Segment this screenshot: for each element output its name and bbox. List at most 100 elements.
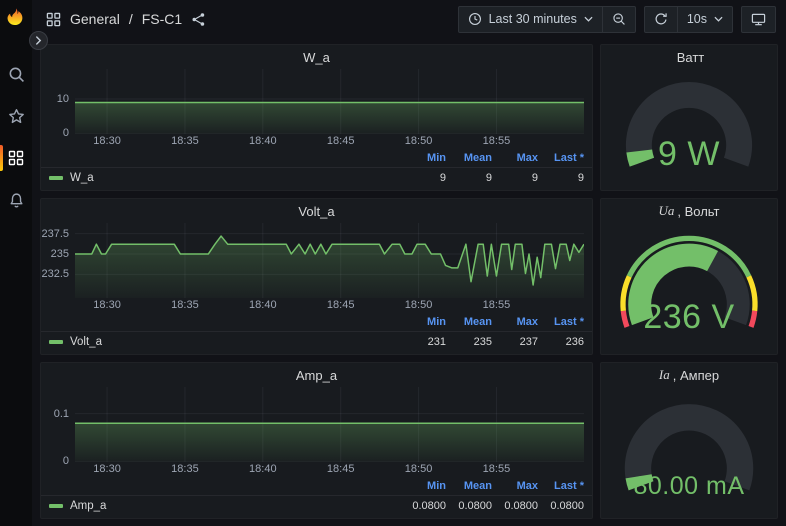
legend-header-min[interactable]: Min <box>400 152 446 164</box>
refresh-button[interactable] <box>643 5 678 33</box>
cycle-view-mode-button[interactable] <box>741 5 776 33</box>
x-tick-label: 18:45 <box>326 299 355 311</box>
gauge-value: 236 V <box>643 297 735 336</box>
apps-grid-icon[interactable] <box>46 12 61 27</box>
legend-max-value: 237 <box>519 335 538 348</box>
legend: Min Mean Max Last * Amp_a 0.0800 0.0800 … <box>41 478 592 518</box>
refresh-interval-dropdown[interactable]: 10s <box>677 5 733 33</box>
gauge: 80.00 mA <box>601 387 777 518</box>
x-tick-label: 18:30 <box>93 463 121 475</box>
legend-min-value: 0.0800 <box>412 499 446 512</box>
legend-header-mean[interactable]: Mean <box>446 316 492 328</box>
legend-series-toggle[interactable]: Amp_a <box>49 500 400 512</box>
panel-w-a: W_a 0 10 18:30 18:35 18:40 18:45 18:50 18:55 M… <box>40 44 593 191</box>
x-tick-label: 18:50 <box>404 135 433 147</box>
legend-last-value: 9 <box>577 171 584 184</box>
sidebar-item-alerting[interactable] <box>0 179 32 221</box>
sidebar-item-search[interactable] <box>0 53 32 95</box>
legend-header-max[interactable]: Max <box>492 480 538 492</box>
time-series-plot[interactable] <box>75 223 584 298</box>
legend-header-min[interactable]: Min <box>400 316 446 328</box>
sidebar-item-starred[interactable] <box>0 95 32 137</box>
panel-gauge-volt: Ua , Вольт 236 V <box>600 198 778 355</box>
legend-row: Amp_a 0.0800 0.0800 0.0800 0.0800 <box>49 496 584 515</box>
dashboard-controls: Last 30 minutes 10s <box>457 5 776 33</box>
gauge-value: 9 W <box>658 135 720 174</box>
legend-header-max[interactable]: Max <box>492 152 538 164</box>
panel-title[interactable]: Ia , Ампер <box>601 363 777 387</box>
legend: Min Mean Max Last * W_a 9 9 9 9 <box>41 150 592 190</box>
x-tick-label: 18:35 <box>171 463 199 475</box>
monitor-icon <box>751 12 766 27</box>
legend-mean-value: 0.0800 <box>458 499 492 512</box>
dashboards-grid-icon <box>8 150 24 166</box>
panel-title[interactable]: Volt_a <box>41 199 592 223</box>
y-tick-label: 0 <box>62 454 69 467</box>
legend-mean-value: 235 <box>473 335 492 348</box>
sidebar-item-dashboards[interactable] <box>0 137 32 179</box>
legend: Min Mean Max Last * Volt_a 231 235 237 2… <box>41 314 592 354</box>
y-tick-label: 235 <box>50 247 69 260</box>
x-tick-label: 18:55 <box>482 299 511 311</box>
gauge: 236 V <box>601 223 777 354</box>
x-tick-label: 18:55 <box>482 463 511 475</box>
sidebar-expand-button[interactable] <box>29 31 48 50</box>
breadcrumb-folder[interactable]: General <box>70 11 120 27</box>
x-tick-label: 18:55 <box>482 135 511 147</box>
legend-last-value: 0.0800 <box>550 499 584 512</box>
x-tick-label: 18:30 <box>93 299 121 311</box>
legend-mean-value: 9 <box>485 171 492 184</box>
legend-min-value: 231 <box>427 335 446 348</box>
x-tick-label: 18:35 <box>171 135 199 147</box>
clock-icon <box>468 12 482 26</box>
refresh-interval-label: 10s <box>686 12 707 26</box>
y-axis: 232.5 235 237.5 <box>41 223 75 298</box>
x-tick-label: 18:40 <box>249 135 277 147</box>
x-tick-label: 18:30 <box>93 135 121 147</box>
legend-header-last[interactable]: Last * <box>538 152 584 164</box>
x-axis: 18:30 18:35 18:40 18:45 18:50 18:55 <box>75 462 584 478</box>
bell-icon <box>8 192 25 209</box>
time-range-picker[interactable]: Last 30 minutes <box>457 5 603 33</box>
x-tick-label: 18:40 <box>249 463 277 475</box>
gauge: 9 W <box>601 69 777 190</box>
legend-header-mean[interactable]: Mean <box>446 152 492 164</box>
panel-title[interactable]: Amp_a <box>41 363 592 387</box>
panel-title[interactable]: W_a <box>41 45 592 69</box>
legend-min-value: 9 <box>439 171 446 184</box>
legend-max-value: 0.0800 <box>504 499 538 512</box>
panel-title[interactable]: Ua , Вольт <box>601 199 777 223</box>
breadcrumb-separator: / <box>128 11 133 27</box>
y-tick-label: 0.1 <box>53 407 69 420</box>
legend-row: Volt_a 231 235 237 236 <box>49 332 584 351</box>
x-tick-label: 18:50 <box>404 299 433 311</box>
legend-last-value: 236 <box>565 335 584 348</box>
time-series-plot[interactable] <box>75 387 584 462</box>
zoom-out-time-button[interactable] <box>602 5 636 33</box>
chevron-down-icon <box>714 16 723 22</box>
time-range-label: Last 30 minutes <box>488 12 577 26</box>
x-axis: 18:30 18:35 18:40 18:45 18:50 18:55 <box>75 134 584 150</box>
series-color-swatch <box>49 503 63 508</box>
legend-series-toggle[interactable]: Volt_a <box>49 336 400 348</box>
panel-gauge-amp: Ia , Ампер 80.00 mA <box>600 362 778 519</box>
y-axis: 0 10 <box>41 69 75 139</box>
legend-series-toggle[interactable]: W_a <box>49 172 400 184</box>
share-icon[interactable] <box>191 12 206 27</box>
legend-header-last[interactable]: Last * <box>538 480 584 492</box>
legend-header-min[interactable]: Min <box>400 480 446 492</box>
sidebar <box>0 0 32 526</box>
legend-header-last[interactable]: Last * <box>538 316 584 328</box>
series-color-swatch <box>49 175 63 180</box>
refresh-icon <box>654 12 668 26</box>
legend-header-max[interactable]: Max <box>492 316 538 328</box>
legend-header-mean[interactable]: Mean <box>446 480 492 492</box>
time-series-plot[interactable] <box>75 69 584 134</box>
x-axis: 18:30 18:35 18:40 18:45 18:50 18:55 <box>75 298 584 314</box>
y-tick-label: 0 <box>62 126 69 139</box>
search-icon <box>8 66 25 83</box>
y-tick-label: 10 <box>56 93 69 106</box>
breadcrumb-dashboard[interactable]: FS-C1 <box>142 11 182 27</box>
grafana-logo-icon[interactable] <box>5 7 27 29</box>
panel-title[interactable]: Ватт <box>601 45 777 69</box>
